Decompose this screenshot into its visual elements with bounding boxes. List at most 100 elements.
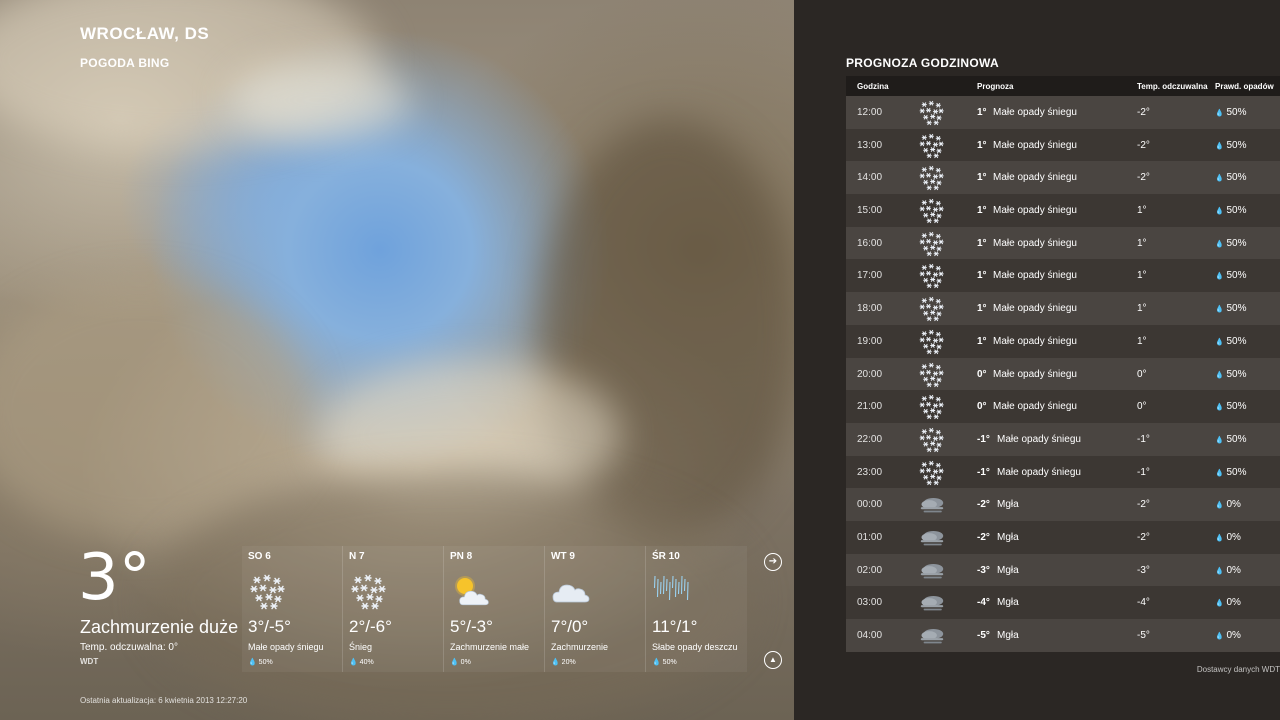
row-temperature: -4° bbox=[977, 597, 990, 609]
row-time: 00:00 bbox=[857, 499, 883, 511]
partly-sunny-icon bbox=[450, 572, 490, 612]
drop-icon: 💧 bbox=[1215, 110, 1224, 117]
day-precipitation: 💧 40% bbox=[349, 658, 374, 666]
precip-value: 50% bbox=[1226, 368, 1247, 380]
day-temperature: 2°/-6° bbox=[349, 617, 392, 636]
day-condition: Śnieg bbox=[349, 642, 373, 652]
snow-icon bbox=[918, 99, 946, 127]
row-precipitation: 💧 50% bbox=[1215, 467, 1247, 478]
drop-icon: 💧 bbox=[1215, 502, 1224, 510]
hourly-table[interactable]: 12:00 1° Małe opady śniegu -2° 💧 50% 13:00 1° M… bbox=[846, 96, 1280, 656]
row-temperature: 1° bbox=[977, 139, 987, 151]
snow-icon bbox=[918, 132, 946, 160]
row-precipitation: 💧 50% bbox=[1215, 140, 1247, 151]
drop-icon: 💧 bbox=[551, 659, 560, 666]
precip-value: 50% bbox=[1226, 433, 1247, 445]
day-forecast-2[interactable]: PN 8 5°/-3° Zachmurzenie małe 💧 0% bbox=[444, 546, 545, 672]
snow-icon bbox=[349, 572, 389, 612]
snow-icon bbox=[918, 197, 946, 225]
drop-icon: 💧 bbox=[1215, 633, 1224, 640]
next-arrow-icon[interactable]: ➔ bbox=[764, 553, 782, 571]
day-forecast-4[interactable]: ŚR 10 11°/1° Słabe opady deszczu 💧 50% bbox=[646, 546, 747, 672]
day-forecast-1[interactable]: N 7 2°/-6° Śnieg 💧 40% bbox=[343, 546, 444, 672]
precip-value: 50% bbox=[1226, 139, 1247, 151]
drop-icon: 💧 bbox=[450, 659, 459, 666]
row-condition: Mgła bbox=[997, 597, 1019, 609]
precip-value: 50% bbox=[1226, 205, 1247, 217]
row-precipitation: 💧 0% bbox=[1215, 565, 1241, 576]
precip-value: 50% bbox=[1226, 466, 1247, 478]
row-time: 16:00 bbox=[857, 237, 883, 249]
day-forecast-3[interactable]: WT 9 7°/0° Zachmurzenie 💧 20% bbox=[545, 546, 646, 672]
day-name: N 7 bbox=[349, 551, 365, 562]
row-condition: Mgła bbox=[997, 531, 1019, 543]
day-forecast-0[interactable]: SO 6 3°/-5° Małe opady śniegu 💧 50% bbox=[242, 546, 343, 672]
header-forecast: Prognoza bbox=[977, 82, 1014, 91]
row-precipitation: 💧 0% bbox=[1215, 532, 1241, 543]
row-condition: Małe opady śniegu bbox=[993, 172, 1077, 184]
precip-value: 50% bbox=[1226, 172, 1247, 184]
current-feels-like: Temp. odczuwalna: 0° bbox=[80, 642, 178, 653]
row-temperature: 1° bbox=[977, 303, 987, 315]
precip-value: 0% bbox=[1226, 564, 1241, 576]
row-feels-like: 1° bbox=[1137, 205, 1147, 217]
snow-icon bbox=[248, 572, 288, 612]
table-row: 13:00 1° Małe opady śniegu -2° 💧 50% bbox=[846, 128, 1280, 162]
table-row: 14:00 1° Małe opady śniegu -2° 💧 50% bbox=[846, 161, 1280, 195]
row-precipitation: 💧 50% bbox=[1215, 434, 1247, 445]
row-precipitation: 💧 50% bbox=[1215, 336, 1247, 347]
row-feels-like: -2° bbox=[1137, 172, 1150, 184]
day-precipitation: 💧 20% bbox=[551, 658, 576, 666]
rain-icon bbox=[652, 572, 692, 612]
header-time: Godzina bbox=[857, 82, 889, 91]
row-time: 18:00 bbox=[857, 303, 883, 315]
row-condition: Małe opady śniegu bbox=[997, 466, 1081, 478]
row-temperature: 0° bbox=[977, 401, 987, 413]
table-row: 03:00 -4° Mgła -4° 💧 0% bbox=[846, 586, 1280, 619]
header-feels: Temp. odczuwalna bbox=[1137, 82, 1208, 91]
snow-icon bbox=[918, 328, 946, 356]
snow-icon bbox=[918, 361, 946, 389]
precip-value: 50% bbox=[1226, 270, 1247, 282]
snow-icon bbox=[918, 459, 946, 487]
hourly-table-header: Godzina Prognoza Temp. odczuwalna Prawd.… bbox=[846, 76, 1280, 96]
cloudy-icon bbox=[551, 572, 591, 612]
table-row: 01:00 -2° Mgła -2° 💧 0% bbox=[846, 520, 1280, 554]
row-time: 23:00 bbox=[857, 466, 883, 478]
app-name: POGODA BING bbox=[80, 56, 170, 70]
fog-icon bbox=[918, 557, 946, 585]
row-condition: Mgła bbox=[997, 630, 1019, 641]
precip-value: 0% bbox=[1226, 531, 1241, 543]
current-condition: Zachmurzenie duże bbox=[80, 617, 239, 637]
day-precipitation: 💧 0% bbox=[450, 658, 471, 666]
snow-icon bbox=[918, 393, 946, 421]
precip-value: 50% bbox=[662, 659, 677, 666]
table-row: 17:00 1° Małe opady śniegu 1° 💧 50% bbox=[846, 259, 1280, 293]
row-time: 12:00 bbox=[857, 107, 883, 118]
row-time: 21:00 bbox=[857, 401, 883, 413]
row-temperature: 1° bbox=[977, 335, 987, 347]
table-row: 00:00 -2° Mgła -2° 💧 0% bbox=[846, 488, 1280, 521]
row-condition: Małe opady śniegu bbox=[993, 368, 1077, 380]
row-condition: Małe opady śniegu bbox=[997, 433, 1081, 445]
row-precipitation: 💧 0% bbox=[1215, 499, 1241, 510]
drop-icon: 💧 bbox=[1215, 142, 1224, 150]
day-condition: Zachmurzenie bbox=[551, 642, 609, 652]
row-condition: Mgła bbox=[997, 499, 1019, 511]
row-feels-like: 1° bbox=[1137, 270, 1147, 282]
day-condition: Małe opady śniegu bbox=[248, 642, 324, 652]
row-temperature: -3° bbox=[977, 564, 990, 576]
row-time: 02:00 bbox=[857, 564, 883, 576]
row-temperature: -2° bbox=[977, 499, 990, 511]
row-feels-like: -1° bbox=[1137, 466, 1150, 478]
day-precipitation: 💧 50% bbox=[248, 658, 273, 666]
drop-icon: 💧 bbox=[1215, 567, 1224, 575]
row-condition: Małe opady śniegu bbox=[993, 205, 1077, 217]
table-row: 04:00 -5° Mgła -5° 💧 0% bbox=[846, 619, 1280, 652]
scroll-up-icon[interactable]: ▲ bbox=[764, 651, 782, 669]
drop-icon: 💧 bbox=[1215, 240, 1224, 248]
row-condition: Małe opady śniegu bbox=[993, 303, 1077, 315]
table-row: 12:00 1° Małe opady śniegu -2° 💧 50% bbox=[846, 96, 1280, 129]
row-temperature: -2° bbox=[977, 531, 990, 543]
snow-icon bbox=[918, 426, 946, 454]
